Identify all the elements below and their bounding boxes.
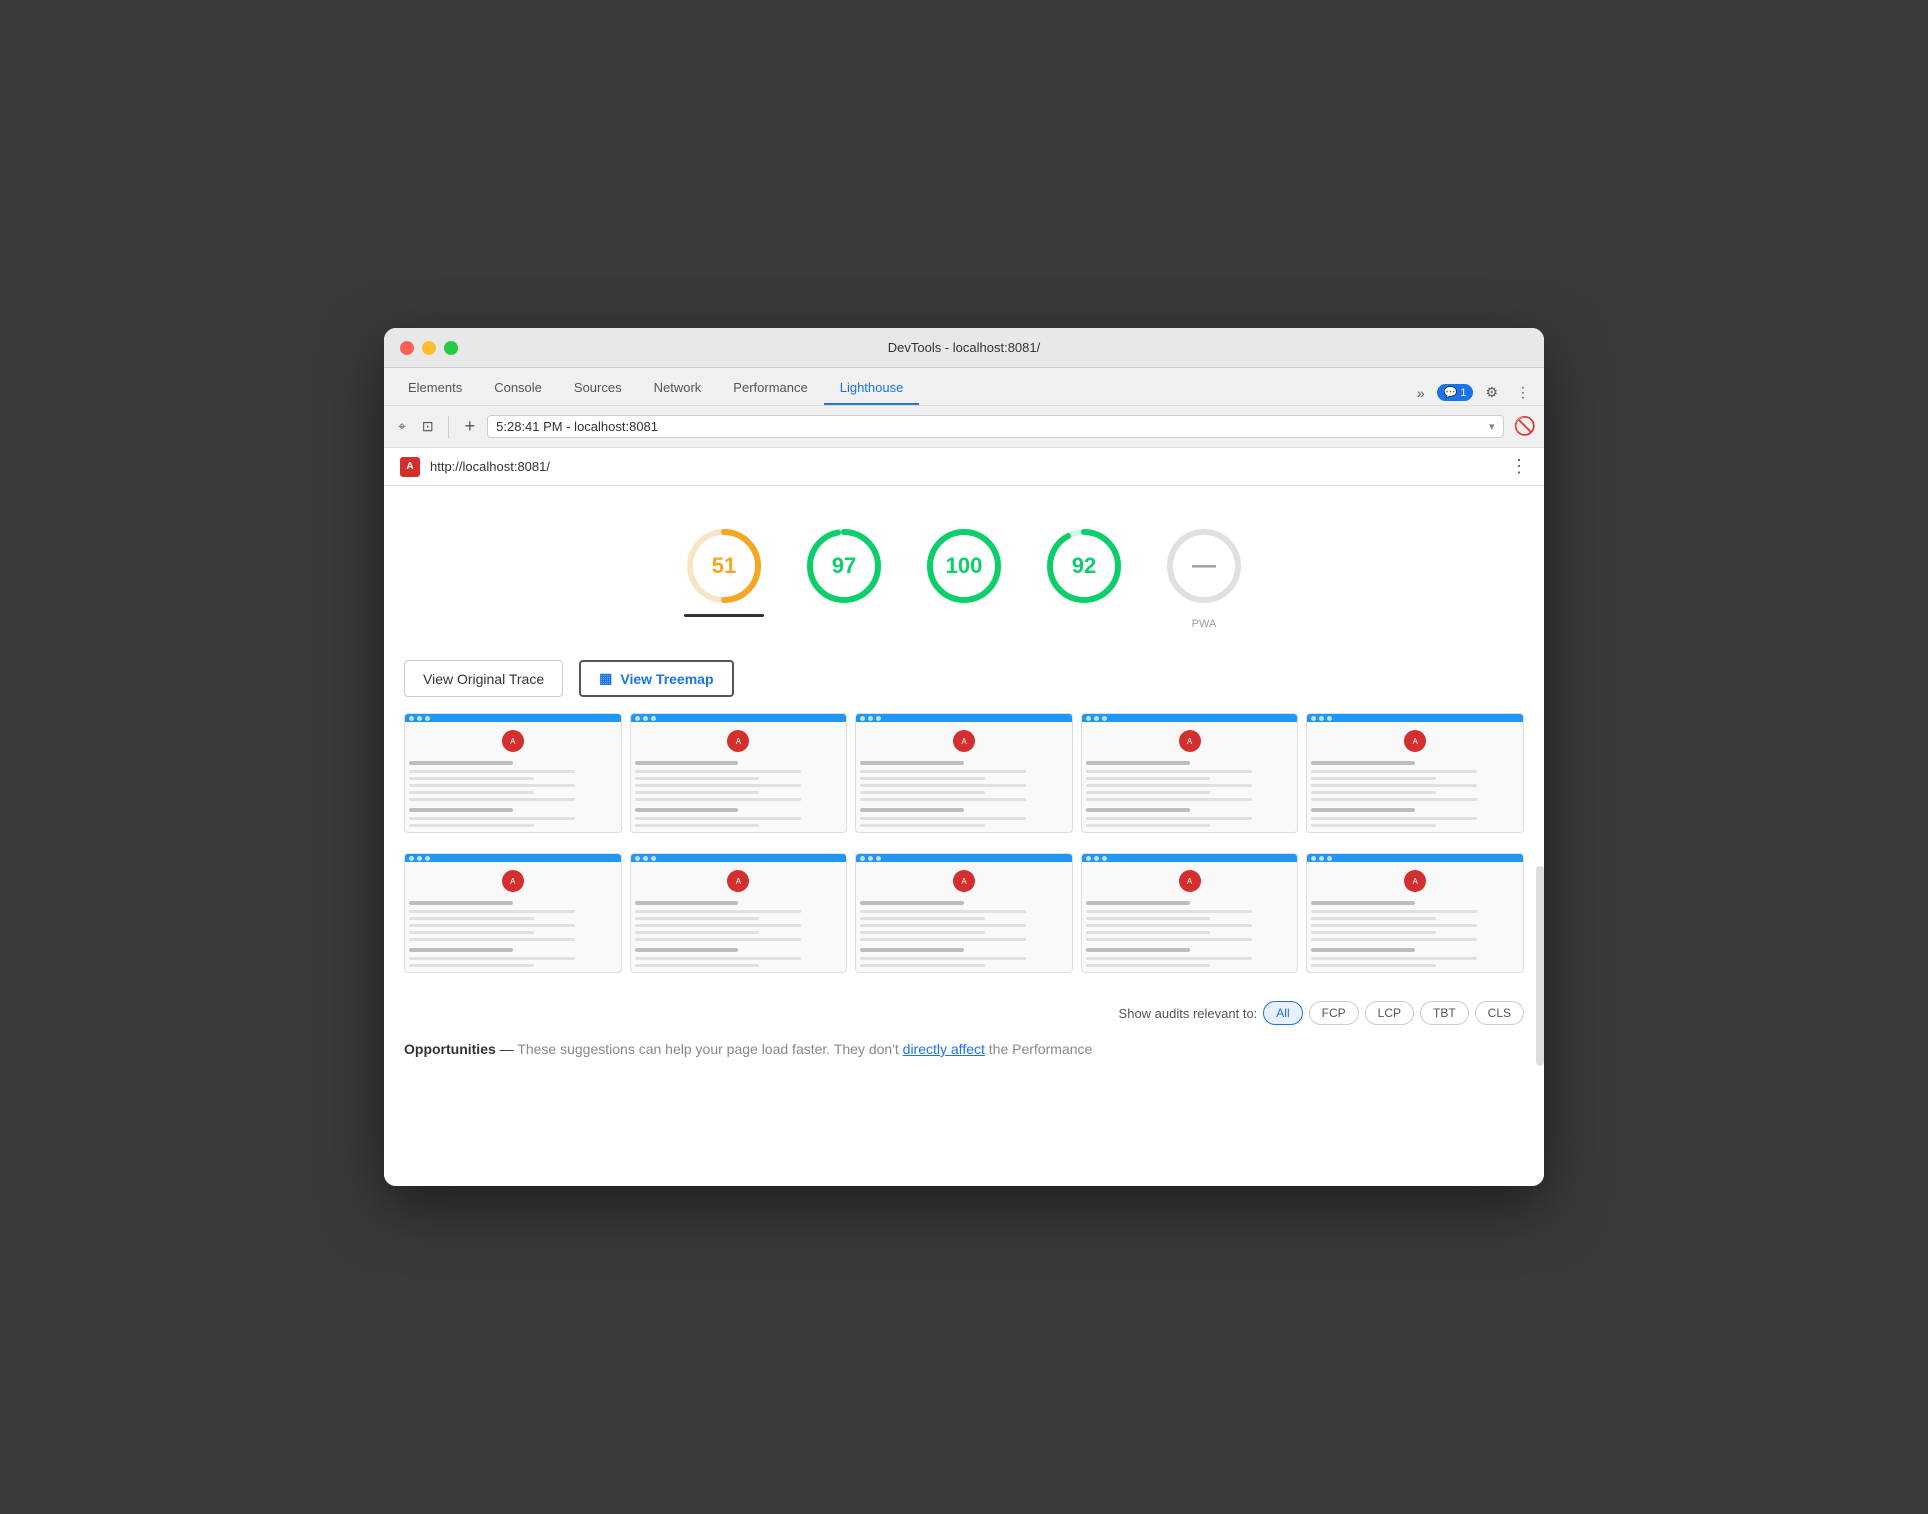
score-best-practices: 100	[924, 526, 1004, 630]
opportunities-description-start: These suggestions can help your page loa…	[517, 1041, 902, 1057]
tab-network[interactable]: Network	[638, 372, 718, 405]
audit-filter-label: Show audits relevant to:	[1119, 1006, 1258, 1021]
score-circle-accessibility: 97	[804, 526, 884, 606]
screenshot-3: A	[855, 713, 1073, 833]
tab-lighthouse[interactable]: Lighthouse	[824, 372, 920, 405]
tab-console[interactable]: Console	[478, 372, 558, 405]
score-underline-performance	[684, 614, 764, 617]
filter-lcp[interactable]: LCP	[1365, 1001, 1414, 1025]
lighthouse-content: 51 97	[384, 486, 1544, 1186]
tab-sources[interactable]: Sources	[558, 372, 638, 405]
score-circle-performance: 51	[684, 526, 764, 606]
address-dropdown-icon[interactable]: ▾	[1489, 420, 1495, 433]
view-treemap-button[interactable]: ▦ View Treemap	[579, 660, 733, 697]
score-circle-pwa: —	[1164, 526, 1244, 606]
window-title: DevTools - localhost:8081/	[888, 340, 1040, 355]
address-bar[interactable]: 5:28:41 PM - localhost:8081 ▾	[487, 415, 1503, 438]
audit-filter-row: Show audits relevant to: All FCP LCP TBT…	[404, 993, 1524, 1033]
url-row: A http://localhost:8081/ ⋮	[384, 448, 1544, 486]
view-trace-button[interactable]: View Original Trace	[404, 660, 563, 697]
chat-icon: 💬	[1444, 386, 1458, 399]
filter-tbt[interactable]: TBT	[1420, 1001, 1469, 1025]
score-value-seo: 92	[1072, 553, 1096, 579]
opportunities-section: Opportunities — These suggestions can he…	[404, 1033, 1524, 1061]
address-text: 5:28:41 PM - localhost:8081	[496, 419, 1483, 434]
screenshot-1: A	[404, 713, 622, 833]
opportunities-link[interactable]: directly affect	[903, 1041, 985, 1057]
devtools-window: DevTools - localhost:8081/ Elements Cons…	[384, 328, 1544, 1186]
more-menu-button[interactable]: ⋮	[1510, 380, 1536, 405]
screenshot-7: A	[630, 853, 848, 973]
screenshots-grid-row2: A A	[404, 853, 1524, 973]
screenshot-2: A	[630, 713, 848, 833]
scrollbar[interactable]	[1536, 866, 1544, 1066]
screenshot-9: A	[1081, 853, 1299, 973]
new-tab-button[interactable]: +	[457, 414, 484, 439]
url-display: http://localhost:8081/	[430, 459, 1500, 474]
close-button[interactable]	[400, 341, 414, 355]
scores-row: 51 97	[404, 506, 1524, 640]
minimize-button[interactable]	[422, 341, 436, 355]
cursor-icon-button[interactable]: ⌖	[392, 414, 412, 439]
score-value-accessibility: 97	[832, 553, 856, 579]
score-circle-best-practices: 100	[924, 526, 1004, 606]
opportunities-heading: Opportunities	[404, 1041, 496, 1057]
url-more-button[interactable]: ⋮	[1510, 456, 1528, 477]
score-pwa: — PWA	[1164, 526, 1244, 630]
opportunities-description-end: the Performance	[989, 1041, 1093, 1057]
traffic-lights	[400, 341, 458, 355]
screenshot-8: A	[855, 853, 1073, 973]
screenshot-4: A	[1081, 713, 1299, 833]
opportunities-dash: —	[500, 1041, 518, 1057]
score-circle-seo: 92	[1044, 526, 1124, 606]
toolbar: ⌖ ⊡ + 5:28:41 PM - localhost:8081 ▾ 🚫	[384, 406, 1544, 448]
site-favicon: A	[400, 457, 420, 477]
screenshot-6: A	[404, 853, 622, 973]
treemap-label: View Treemap	[620, 671, 713, 687]
tab-bar: Elements Console Sources Network Perform…	[384, 368, 1544, 406]
filter-fcp[interactable]: FCP	[1309, 1001, 1359, 1025]
tab-elements[interactable]: Elements	[392, 372, 478, 405]
score-seo: 92	[1044, 526, 1124, 630]
treemap-icon: ▦	[599, 670, 612, 687]
score-accessibility: 97	[804, 526, 884, 630]
score-value-pwa: —	[1192, 552, 1216, 580]
settings-button[interactable]: ⚙	[1479, 380, 1504, 405]
action-buttons: View Original Trace ▦ View Treemap	[404, 640, 1524, 713]
tab-performance[interactable]: Performance	[717, 372, 823, 405]
screenshot-10: A	[1306, 853, 1524, 973]
inspect-icon-button[interactable]: ⊡	[416, 414, 440, 439]
screenshot-5: A	[1306, 713, 1524, 833]
pwa-label: PWA	[1192, 618, 1217, 630]
block-icon: 🚫	[1514, 416, 1536, 437]
filter-cls[interactable]: CLS	[1475, 1001, 1524, 1025]
toolbar-divider	[448, 416, 449, 438]
score-performance: 51	[684, 526, 764, 630]
tabs-right-controls: » 💬 1 ⚙ ⋮	[1411, 380, 1536, 405]
score-value-best-practices: 100	[946, 553, 983, 579]
score-value-performance: 51	[712, 553, 736, 579]
chat-badge[interactable]: 💬 1	[1437, 384, 1474, 401]
screenshots-grid-row1: A A	[404, 713, 1524, 833]
maximize-button[interactable]	[444, 341, 458, 355]
filter-all[interactable]: All	[1263, 1001, 1302, 1025]
more-tabs-button[interactable]: »	[1411, 381, 1431, 405]
titlebar: DevTools - localhost:8081/	[384, 328, 1544, 368]
chat-count: 1	[1460, 387, 1466, 399]
